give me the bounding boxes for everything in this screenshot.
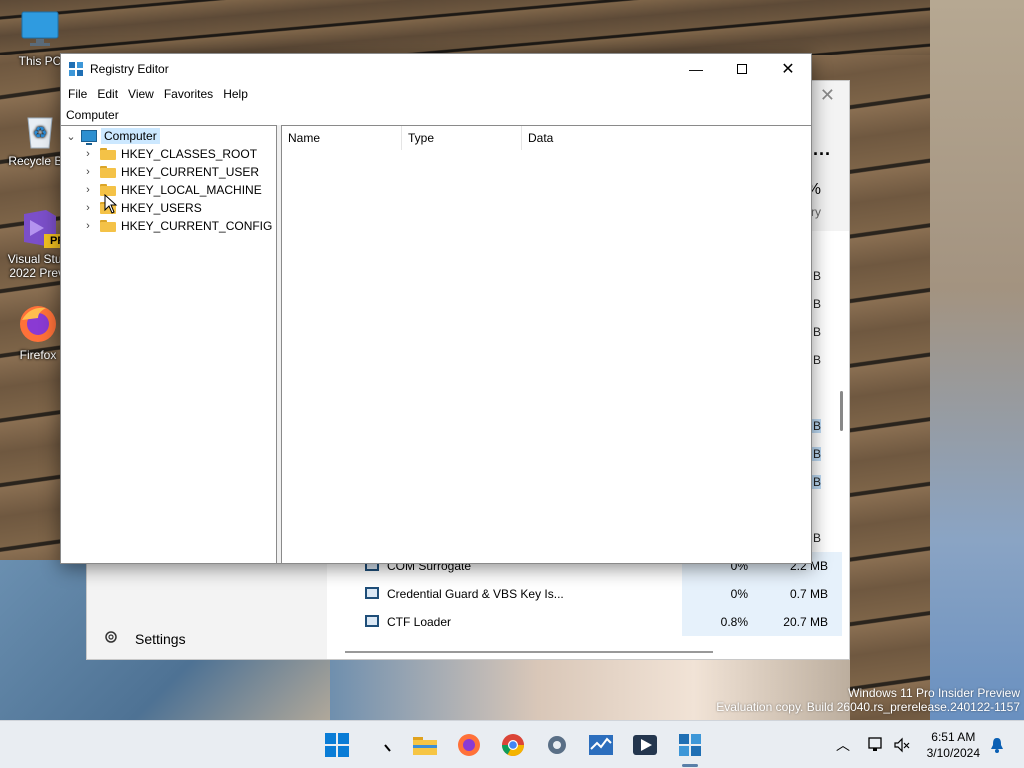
tree-item-label: HKEY_USERS [121, 201, 202, 215]
column-header-data[interactable]: Data [522, 126, 642, 150]
table-row[interactable]: CTF Loader 0.8% 20.7 MB [327, 608, 849, 636]
mouse-cursor-icon [104, 193, 118, 214]
computer-icon [81, 130, 97, 145]
volume-muted-icon[interactable] [892, 721, 912, 768]
visual-studio-icon: PRE [16, 206, 73, 250]
chevron-right-icon[interactable]: › [82, 166, 94, 178]
clock[interactable]: 6:51 AM 3/10/2024 [927, 729, 980, 761]
menu-help[interactable]: Help [218, 87, 253, 101]
minimize-button[interactable]: — [673, 54, 719, 84]
monitor-icon [18, 8, 62, 52]
show-hidden-icons-button[interactable]: ︿ [836, 721, 850, 768]
close-icon[interactable]: ✕ [820, 85, 835, 106]
settings-icon[interactable] [543, 731, 571, 759]
menu-edit[interactable]: Edit [92, 87, 123, 101]
tree-item-hkey-users[interactable]: › HKEY_USERS [82, 199, 202, 217]
chevron-right-icon[interactable]: › [82, 202, 94, 214]
recycle-bin-icon: ♻ [18, 108, 62, 152]
settings-nav-item[interactable]: Settings [103, 629, 186, 648]
chevron-right-icon[interactable]: › [82, 220, 94, 232]
tree-item-label: HKEY_CURRENT_USER [121, 165, 260, 179]
table-row[interactable]: Credential Guard & VBS Key Is... 0% 0.7 … [327, 580, 849, 608]
values-list-pane[interactable]: Name Type Data [281, 125, 811, 563]
column-header-type[interactable]: Type [402, 126, 522, 150]
media-player-icon[interactable] [631, 731, 659, 759]
minimize-icon: — [689, 61, 703, 77]
taskbar: ︿ 6:51 AM 3/10/2024 [0, 720, 1024, 768]
process-cpu: 0% [682, 580, 762, 608]
process-icon [365, 615, 379, 627]
address-bar[interactable]: Computer [61, 105, 811, 125]
tree-item-label: HKEY_LOCAL_MACHINE [121, 183, 262, 197]
registry-editor-app-icon [68, 61, 84, 77]
watermark-line2: Evaluation copy. Build 26040.rs_prerelea… [716, 700, 1020, 714]
tree-item-label: Computer [101, 128, 160, 144]
svg-text:♻: ♻ [33, 123, 47, 142]
tree-item-label: HKEY_CLASSES_ROOT [121, 147, 258, 161]
chevron-right-icon[interactable]: › [82, 184, 94, 196]
chevron-down-icon[interactable]: ⌄ [65, 130, 77, 143]
more-options-button[interactable]: ... [813, 139, 831, 160]
horizontal-scrollbar[interactable] [345, 651, 713, 653]
folder-icon [100, 220, 116, 232]
firefox-icon [16, 302, 60, 346]
menu-file[interactable]: File [63, 87, 92, 101]
memory-header-fragment: ry [811, 205, 821, 219]
firefox-icon[interactable] [455, 731, 483, 759]
gear-icon [103, 629, 119, 648]
tree-item-hkey-classes-root[interactable]: › HKEY_CLASSES_ROOT [82, 145, 257, 163]
menu-favorites[interactable]: Favorites [159, 87, 218, 101]
folder-icon [100, 148, 116, 160]
registry-editor-icon[interactable] [676, 731, 704, 759]
key-tree-pane: ⌄ Computer › HKEY_CLASSES_ROOT › HKEY_CU… [61, 125, 277, 563]
process-name: CTF Loader [387, 615, 452, 629]
column-header-name[interactable]: Name [282, 126, 402, 150]
settings-label: Settings [135, 630, 186, 647]
chevron-right-icon[interactable]: › [82, 148, 94, 160]
close-icon: ✕ [781, 61, 795, 78]
desktop-wallpaper-photo-right [930, 0, 1024, 720]
watermark-line1: Windows 11 Pro Insider Preview [848, 686, 1020, 700]
start-icon[interactable] [323, 731, 351, 759]
menu-view[interactable]: View [123, 87, 159, 101]
task-manager-icon[interactable] [587, 731, 615, 759]
active-app-indicator [682, 764, 698, 767]
process-memory: 20.7 MB [762, 608, 842, 636]
process-memory: 0.7 MB [762, 580, 842, 608]
tree-item-hkey-current-user[interactable]: › HKEY_CURRENT_USER [82, 163, 259, 181]
title-bar[interactable]: Registry Editor — ✕ [61, 54, 811, 84]
cursor-app-icon[interactable] [373, 731, 401, 759]
file-explorer-icon[interactable] [411, 731, 439, 759]
maximize-icon [737, 64, 747, 74]
close-button[interactable]: ✕ [765, 54, 811, 84]
registry-editor-window[interactable]: Registry Editor — ✕ File Edit View Favor… [60, 53, 812, 564]
process-name: Credential Guard & VBS Key Is... [387, 587, 564, 601]
window-title: Registry Editor [90, 62, 169, 76]
folder-icon [100, 166, 116, 178]
vertical-scrollbar[interactable] [840, 391, 843, 431]
desktop-wallpaper-top [0, 0, 1024, 55]
chrome-icon[interactable] [499, 731, 527, 759]
chevron-up-icon: ︿ [836, 737, 850, 753]
process-cpu: 0.8% [682, 608, 762, 636]
maximize-button[interactable] [719, 54, 765, 84]
clock-date: 3/10/2024 [926, 746, 980, 760]
network-icon[interactable] [866, 721, 886, 768]
tree-item-label: HKEY_CURRENT_CONFIG [121, 219, 273, 233]
tree-item-hkey-current-config[interactable]: › HKEY_CURRENT_CONFIG [82, 217, 272, 235]
clock-time: 6:51 AM [931, 730, 976, 744]
tree-item-computer[interactable]: ⌄ Computer [65, 127, 160, 145]
menu-bar: File Edit View Favorites Help [61, 84, 811, 104]
evaluation-watermark: Windows 11 Pro Insider Preview Evaluatio… [716, 686, 1020, 714]
notification-bell-icon[interactable] [988, 721, 1006, 768]
process-icon [365, 587, 379, 599]
